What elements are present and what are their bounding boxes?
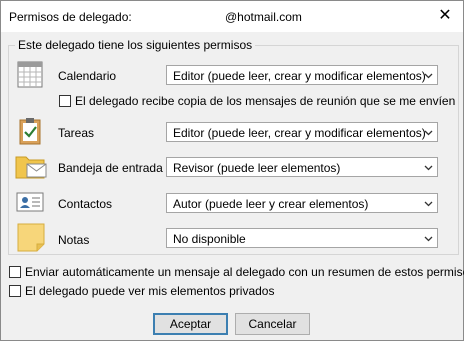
contacts-permission-select[interactable]: Autor (puede leer y crear elementos) [166, 193, 438, 213]
meeting-copy-label: El delegado recibe copia de los mensajes… [75, 94, 456, 108]
cancel-button[interactable]: Cancelar [235, 313, 310, 335]
auto-message-checkbox[interactable] [9, 266, 21, 278]
sticky-note-icon [13, 222, 49, 252]
title-bar: Permisos de delegado: @hotmail.com ✕ [1, 1, 463, 32]
tasks-clipboard-icon [13, 116, 49, 146]
calendar-label: Calendario [58, 69, 117, 83]
notes-permission-select[interactable]: No disponible [166, 228, 438, 248]
chevron-down-icon [424, 130, 433, 136]
calendar-permission-select[interactable]: Editor (puede leer, crear y modificar el… [166, 65, 438, 85]
inbox-permission-select[interactable]: Revisor (puede leer elementos) [166, 157, 438, 177]
close-icon: ✕ [438, 7, 452, 24]
chevron-down-icon [424, 201, 433, 207]
chevron-down-icon [424, 73, 433, 79]
delegate-permissions-dialog: Permisos de delegado: @hotmail.com ✕ Est… [0, 0, 464, 341]
meeting-copy-checkbox[interactable] [59, 95, 71, 107]
contacts-label: Contactos [58, 197, 113, 211]
permissions-group-legend: Este delegado tiene los siguientes permi… [15, 38, 256, 52]
accept-button[interactable]: Aceptar [153, 313, 228, 335]
inbox-folder-icon [13, 151, 49, 181]
inbox-label: Bandeja de entrada [58, 161, 163, 175]
close-button[interactable]: ✕ [433, 5, 457, 27]
contact-card-icon [13, 187, 49, 217]
tasks-label: Tareas [58, 126, 95, 140]
chevron-down-icon [424, 236, 433, 242]
private-items-label: El delegado puede ver mis elementos priv… [25, 284, 275, 298]
notes-label: Notas [58, 233, 90, 247]
calendar-icon [13, 60, 49, 90]
private-items-checkbox[interactable] [9, 285, 21, 297]
chevron-down-icon [424, 165, 433, 171]
auto-message-label: Enviar automáticamente un mensaje al del… [25, 265, 464, 279]
dialog-title: Permisos de delegado: [9, 10, 132, 24]
tasks-permission-select[interactable]: Editor (puede leer, crear y modificar el… [166, 122, 438, 142]
delegate-email: @hotmail.com [225, 10, 302, 24]
